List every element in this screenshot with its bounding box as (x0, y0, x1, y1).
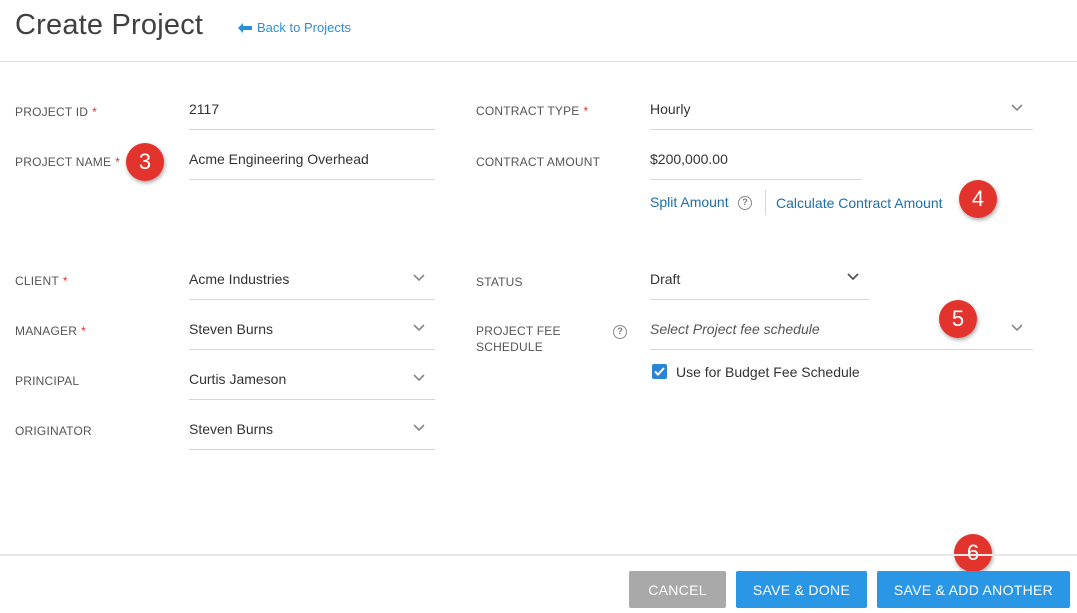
status-select[interactable]: Draft (650, 270, 869, 300)
required-marker: * (583, 104, 589, 118)
help-icon[interactable]: ? (613, 325, 627, 339)
status-value: Draft (650, 271, 681, 287)
required-marker: * (92, 105, 97, 119)
contract-amount-value: $200,000.00 (650, 151, 728, 167)
principal-label: PRINCIPAL (15, 374, 80, 388)
page-title: Create Project (15, 9, 204, 41)
chevron-down-icon (1011, 104, 1023, 112)
chevron-down-icon (413, 374, 425, 382)
originator-value: Steven Burns (189, 421, 274, 437)
help-icon[interactable]: ? (738, 196, 752, 210)
step-badge: 4 (959, 180, 997, 218)
checkmark-icon (654, 367, 665, 376)
status-label: STATUS (476, 275, 523, 289)
client-select[interactable]: Acme Industries (189, 270, 435, 300)
required-marker: * (62, 274, 68, 288)
project-name-label: PROJECT NAME * (15, 155, 121, 169)
budget-fee-schedule-label[interactable]: Use for Budget Fee Schedule (676, 364, 860, 380)
project-name-value: Acme Engineering Overhead (189, 151, 369, 167)
page-header: Create Project Back to Projects (0, 0, 1077, 62)
calculate-contract-amount-link[interactable]: Calculate Contract Amount (776, 195, 943, 211)
manager-select[interactable]: Steven Burns (189, 320, 435, 350)
chevron-down-icon (413, 424, 425, 432)
manager-value: Steven Burns (189, 321, 274, 337)
contract-type-value: Hourly (650, 101, 691, 117)
split-amount-link[interactable]: Split Amount (650, 194, 729, 210)
project-fee-schedule-label: PROJECT FEE SCHEDULE (476, 324, 561, 354)
client-label: CLIENT * (15, 274, 68, 288)
originator-select[interactable]: Steven Burns (189, 420, 435, 450)
project-id-input[interactable]: 2117 (189, 100, 435, 130)
contract-amount-input[interactable]: $200,000.00 (650, 150, 862, 180)
cancel-button[interactable]: CANCEL (629, 571, 726, 608)
step-badge: 3 (126, 143, 164, 181)
back-link-label: Back to Projects (257, 20, 351, 35)
contract-amount-label: CONTRACT AMOUNT (476, 155, 601, 169)
budget-fee-schedule-checkbox[interactable] (652, 364, 667, 379)
project-id-value: 2117 (189, 101, 220, 117)
arrow-left-icon (238, 22, 252, 33)
chevron-down-icon (413, 274, 425, 282)
save-and-done-button[interactable]: SAVE & DONE (736, 571, 867, 608)
save-and-add-another-button[interactable]: SAVE & ADD ANOTHER (877, 571, 1070, 608)
project-id-label: PROJECT ID * (15, 105, 97, 119)
chevron-down-icon (847, 273, 859, 281)
chevron-down-icon (1011, 324, 1023, 332)
principal-value: Curtis Jameson (189, 371, 287, 387)
contract-type-select[interactable]: Hourly (650, 100, 1033, 130)
required-marker: * (81, 324, 86, 338)
chevron-down-icon (413, 324, 425, 332)
manager-label: MANAGER * (15, 324, 86, 338)
contract-type-label: CONTRACT TYPE * (476, 104, 589, 118)
project-name-input[interactable]: Acme Engineering Overhead (189, 150, 435, 180)
fee-schedule-placeholder: Select Project fee schedule (650, 321, 820, 337)
principal-select[interactable]: Curtis Jameson (189, 370, 435, 400)
step-badge: 5 (939, 300, 977, 338)
client-value: Acme Industries (189, 271, 290, 287)
required-marker: * (115, 155, 121, 169)
back-to-projects-link[interactable]: Back to Projects (238, 20, 351, 35)
originator-label: ORIGINATOR (15, 424, 92, 438)
link-divider (765, 190, 766, 215)
